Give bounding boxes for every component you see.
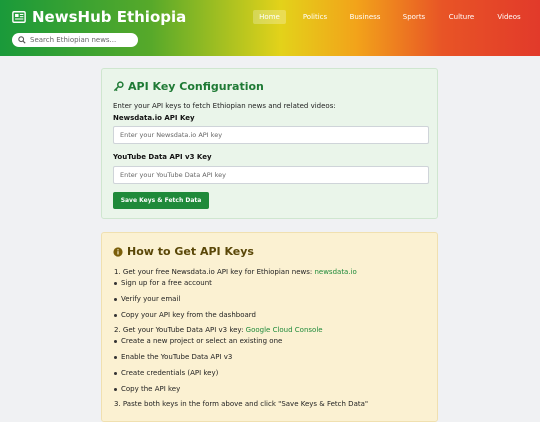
step-2-item: Enable the YouTube Data API v3 bbox=[114, 353, 232, 361]
bullet bbox=[114, 297, 117, 301]
step-1-item: Copy your API key from the dashboard bbox=[114, 311, 256, 319]
newsdata-key-field[interactable] bbox=[113, 126, 429, 144]
nav-videos[interactable]: Videos bbox=[493, 10, 525, 24]
step-2-item-text: Enable the YouTube Data API v3 bbox=[121, 353, 233, 361]
nav-business[interactable]: Business bbox=[346, 10, 384, 24]
google-cloud-console-link[interactable]: Google Cloud Console bbox=[246, 326, 323, 334]
step-2-item-text: Create a new project or select an existi… bbox=[121, 337, 283, 345]
api-key-config-card: API Key Configuration Enter your API key… bbox=[101, 68, 438, 219]
step-1-item-text: Verify your email bbox=[121, 295, 181, 303]
key-icon bbox=[113, 81, 124, 92]
step-2-text: 2. Get your YouTube Data API v3 key: bbox=[114, 326, 246, 334]
step-1-item-text: Sign up for a free account bbox=[121, 279, 212, 287]
bullet bbox=[114, 281, 117, 285]
save-keys-button[interactable]: Save Keys & Fetch Data bbox=[113, 192, 209, 209]
newsdata-key-label: Newsdata.io API Key bbox=[113, 114, 195, 122]
api-card-title-text: API Key Configuration bbox=[128, 80, 264, 93]
how-to-get-keys-card: How to Get API Keys 1. Get your free New… bbox=[101, 232, 438, 422]
api-card-title: API Key Configuration bbox=[113, 80, 264, 93]
step-2: 2. Get your YouTube Data API v3 key: Goo… bbox=[114, 326, 323, 334]
nav-home[interactable]: Home bbox=[253, 10, 286, 24]
bullet bbox=[114, 387, 117, 391]
bullet bbox=[114, 355, 117, 359]
step-3: 3. Paste both keys in the form above and… bbox=[114, 400, 369, 408]
bullet bbox=[114, 339, 117, 343]
step-2-item: Copy the API key bbox=[114, 385, 180, 393]
step-1-item-text: Copy your API key from the dashboard bbox=[121, 311, 256, 319]
step-1-item: Verify your email bbox=[114, 295, 180, 303]
step-1: 1. Get your free Newsdata.io API key for… bbox=[114, 268, 357, 276]
nav-sports[interactable]: Sports bbox=[398, 10, 430, 24]
help-card-title: How to Get API Keys bbox=[113, 245, 254, 258]
step-1-item: Sign up for a free account bbox=[114, 279, 212, 287]
help-card-title-text: How to Get API Keys bbox=[127, 245, 254, 258]
newsdata-link[interactable]: newsdata.io bbox=[314, 268, 356, 276]
site-header: NewsHub Ethiopia Home Politics Business … bbox=[0, 0, 540, 56]
search-input[interactable] bbox=[30, 36, 130, 44]
step-2-item: Create credentials (API key) bbox=[114, 369, 218, 377]
youtube-key-input[interactable] bbox=[120, 171, 420, 179]
nav-culture[interactable]: Culture bbox=[444, 10, 479, 24]
step-2-item-text: Create credentials (API key) bbox=[121, 369, 219, 377]
step-2-item: Create a new project or select an existi… bbox=[114, 337, 282, 345]
step-2-item-text: Copy the API key bbox=[121, 385, 181, 393]
newsdata-key-input[interactable] bbox=[120, 131, 420, 139]
nav-politics[interactable]: Politics bbox=[298, 10, 332, 24]
bullet bbox=[114, 313, 117, 317]
info-circle-icon bbox=[113, 246, 123, 257]
youtube-key-label: YouTube Data API v3 Key bbox=[113, 153, 212, 161]
search-bar[interactable] bbox=[12, 33, 138, 47]
main-nav: Home Politics Business Sports Culture Vi… bbox=[0, 10, 540, 24]
step-1-text: 1. Get your free Newsdata.io API key for… bbox=[114, 268, 315, 276]
youtube-key-field[interactable] bbox=[113, 166, 429, 184]
api-card-description: Enter your API keys to fetch Ethiopian n… bbox=[113, 102, 336, 110]
bullet bbox=[114, 371, 117, 375]
search-icon bbox=[18, 36, 26, 44]
